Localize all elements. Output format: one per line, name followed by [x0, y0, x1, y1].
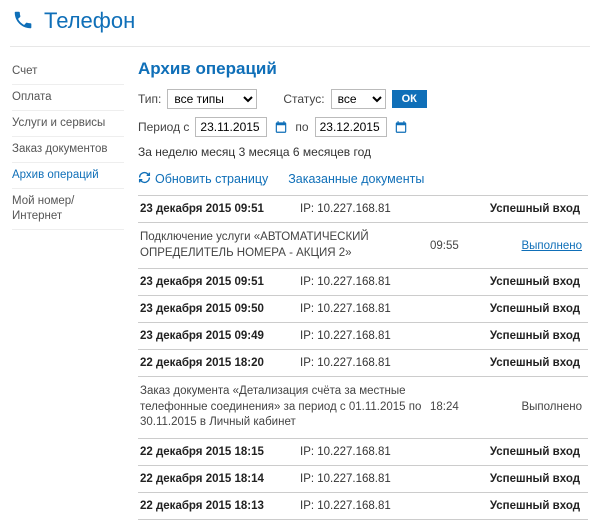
sidebar-item-documents[interactable]: Заказ документов	[12, 137, 124, 163]
operations-list: 23 декабря 2015 09:51IP: 10.227.168.81Ус…	[138, 195, 588, 520]
op-result[interactable]: Выполнено	[480, 240, 586, 252]
op-status: Успешный вход	[430, 446, 586, 458]
op-date: 22 декабря 2015 18:13	[140, 500, 300, 512]
op-description: Заказ документа «Детализация счёта за ме…	[140, 384, 430, 431]
op-ip: IP: 10.227.168.81	[300, 473, 430, 485]
ordered-docs-link[interactable]: Заказанные документы	[288, 172, 424, 186]
ok-button[interactable]: ОК	[392, 90, 427, 108]
filter-row-1: Тип: все типы Статус: все ОК	[138, 89, 588, 109]
status-label: Статус:	[283, 92, 324, 106]
main-content: Архив операций Тип: все типы Статус: все…	[138, 59, 588, 520]
page-title: Телефон	[44, 8, 135, 34]
op-status: Успешный вход	[430, 357, 586, 369]
range-week[interactable]: неделю	[155, 145, 197, 159]
operation-row: 23 декабря 2015 09:49IP: 10.227.168.81Ус…	[138, 323, 588, 350]
op-ip: IP: 10.227.168.81	[300, 276, 430, 288]
operation-row: 22 декабря 2015 18:14IP: 10.227.168.81Ус…	[138, 466, 588, 493]
op-date: 23 декабря 2015 09:51	[140, 203, 300, 215]
calendar-to-icon[interactable]	[393, 119, 409, 135]
quick-range: За неделю месяц 3 месяца 6 месяцев год	[138, 145, 588, 159]
sidebar-item-archive[interactable]: Архив операций	[12, 163, 124, 189]
operation-row: 22 декабря 2015 18:15IP: 10.227.168.81Ус…	[138, 439, 588, 466]
op-ip: IP: 10.227.168.81	[300, 203, 430, 215]
section-heading: Архив операций	[138, 59, 588, 79]
op-ip: IP: 10.227.168.81	[300, 357, 430, 369]
op-status: Успешный вход	[430, 473, 586, 485]
op-date: 23 декабря 2015 09:49	[140, 330, 300, 342]
calendar-from-icon[interactable]	[273, 119, 289, 135]
period-to-label: по	[295, 120, 308, 134]
page-header: Телефон	[0, 0, 600, 46]
operation-detail: Заказ документа «Детализация счёта за ме…	[138, 377, 588, 439]
range-3months[interactable]: 3 месяца	[239, 145, 290, 159]
sidebar-item-payment[interactable]: Оплата	[12, 85, 124, 111]
operation-row: 23 декабря 2015 09:51IP: 10.227.168.81Ус…	[138, 269, 588, 296]
type-select[interactable]: все типы	[167, 89, 257, 109]
op-result: Выполнено	[480, 401, 586, 413]
op-date: 22 декабря 2015 18:14	[140, 473, 300, 485]
op-ip: IP: 10.227.168.81	[300, 500, 430, 512]
sidebar-item-my-number[interactable]: Мой номер/Интернет	[12, 189, 124, 230]
sidebar-item-services[interactable]: Услуги и сервисы	[12, 111, 124, 137]
op-status: Успешный вход	[430, 330, 586, 342]
operation-row: 22 декабря 2015 18:20IP: 10.227.168.81Ус…	[138, 350, 588, 377]
operation-row: 23 декабря 2015 09:51IP: 10.227.168.81Ус…	[138, 196, 588, 223]
refresh-link[interactable]: Обновить страницу	[138, 171, 268, 187]
period-from-label: Период с	[138, 120, 189, 134]
operation-row: 22 декабря 2015 18:13IP: 10.227.168.81Ус…	[138, 493, 588, 520]
op-time: 09:55	[430, 240, 480, 252]
op-status: Успешный вход	[430, 303, 586, 315]
refresh-icon	[138, 171, 151, 187]
op-status: Успешный вход	[430, 203, 586, 215]
op-date: 23 декабря 2015 09:51	[140, 276, 300, 288]
filter-row-2: Период с по	[138, 117, 588, 137]
phone-icon	[12, 9, 34, 34]
range-6months[interactable]: 6 месяцев	[293, 145, 350, 159]
op-date: 22 декабря 2015 18:15	[140, 446, 300, 458]
sidebar-item-account[interactable]: Счет	[12, 59, 124, 85]
range-year[interactable]: год	[353, 145, 371, 159]
type-label: Тип:	[138, 92, 161, 106]
op-description: Подключение услуги «АВТОМАТИЧЕСКИЙ ОПРЕД…	[140, 230, 430, 261]
action-links: Обновить страницу Заказанные документы	[138, 171, 588, 187]
range-month[interactable]: месяц	[201, 145, 235, 159]
operation-detail: Подключение услуги «АВТОМАТИЧЕСКИЙ ОПРЕД…	[138, 223, 588, 269]
op-time: 18:24	[430, 401, 480, 413]
divider	[10, 46, 590, 47]
status-select[interactable]: все	[331, 89, 386, 109]
op-date: 22 декабря 2015 18:20	[140, 357, 300, 369]
date-from-input[interactable]	[195, 117, 267, 137]
sidebar: Счет Оплата Услуги и сервисы Заказ докум…	[12, 59, 124, 520]
op-date: 23 декабря 2015 09:50	[140, 303, 300, 315]
op-ip: IP: 10.227.168.81	[300, 446, 430, 458]
operation-row: 23 декабря 2015 09:50IP: 10.227.168.81Ус…	[138, 296, 588, 323]
op-status: Успешный вход	[430, 500, 586, 512]
op-ip: IP: 10.227.168.81	[300, 303, 430, 315]
op-ip: IP: 10.227.168.81	[300, 330, 430, 342]
date-to-input[interactable]	[315, 117, 387, 137]
op-status: Успешный вход	[430, 276, 586, 288]
